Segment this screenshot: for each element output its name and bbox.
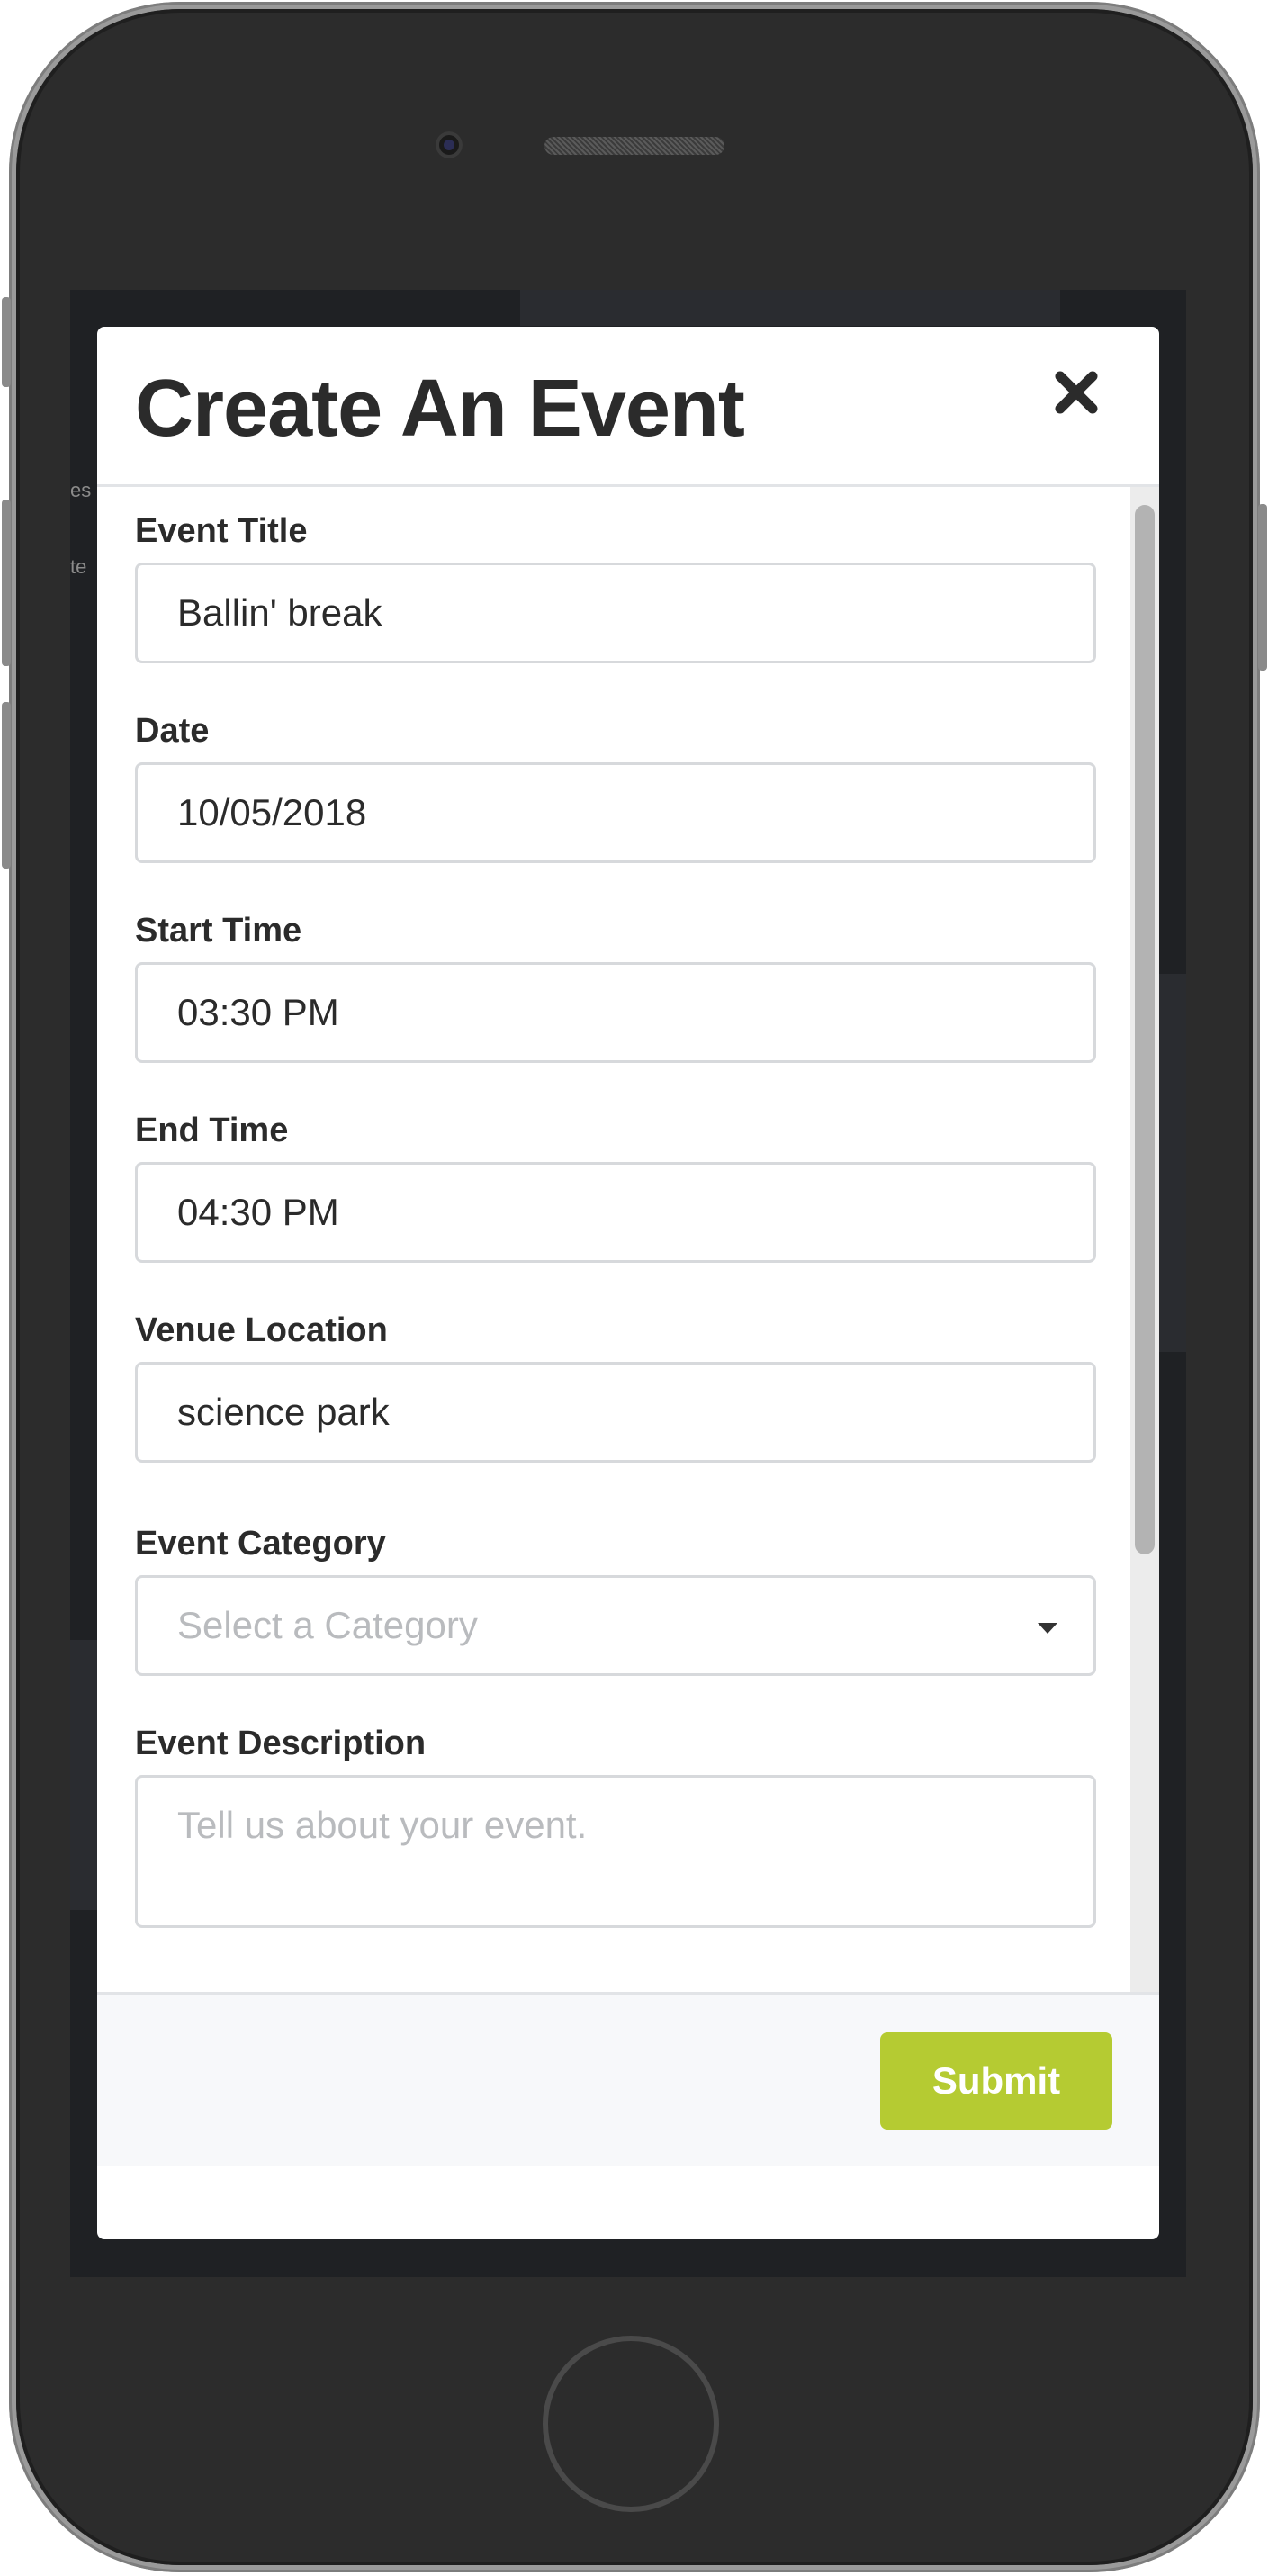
phone-volume-up (2, 500, 11, 666)
event-title-label: Event Title (135, 512, 308, 550)
background-tile (1159, 974, 1186, 1352)
event-category-placeholder: Select a Category (177, 1604, 478, 1646)
modal-body[interactable]: Event Title Ballin' break Date 10/05/201… (97, 487, 1159, 1992)
camera-icon (436, 131, 463, 158)
event-description-textarea[interactable]: Tell us about your event. (135, 1775, 1096, 1928)
event-description-label: Event Description (135, 1725, 427, 1762)
phone-volume-down (2, 702, 11, 869)
close-icon (1055, 371, 1098, 414)
create-event-modal: Create An Event Event Title Ballin' brea… (97, 327, 1159, 2239)
event-title-input[interactable]: Ballin' break (135, 563, 1096, 663)
event-category-select[interactable]: Select a Category (135, 1575, 1096, 1676)
chevron-down-icon (1038, 1623, 1058, 1634)
venue-location-input[interactable]: science park (135, 1362, 1096, 1463)
end-time-label: End Time (135, 1112, 289, 1149)
venue-location-label: Venue Location (135, 1311, 388, 1349)
modal-title: Create An Event (135, 364, 745, 454)
background-text-fragment: te (70, 555, 87, 578)
start-time-input[interactable]: 03:30 PM (135, 962, 1096, 1063)
date-label: Date (135, 712, 210, 750)
background-tile (70, 1640, 97, 1910)
modal-footer: Submit (97, 1992, 1159, 2166)
phone-power-button (1258, 504, 1267, 671)
date-input[interactable]: 10/05/2018 (135, 762, 1096, 863)
background-tile (520, 290, 1060, 326)
speaker-grille (544, 137, 724, 155)
background-text-fragment: es (70, 479, 92, 501)
start-time-label: Start Time (135, 912, 302, 950)
phone-silent-switch (2, 297, 11, 387)
event-category-label: Event Category (135, 1525, 386, 1563)
submit-button[interactable]: Submit (880, 2032, 1112, 2130)
end-time-input[interactable]: 04:30 PM (135, 1162, 1096, 1263)
modal-header: Create An Event (97, 327, 1159, 487)
close-button[interactable] (1051, 367, 1102, 418)
home-button[interactable] (543, 2336, 719, 2512)
scrollbar-thumb[interactable] (1135, 505, 1155, 1554)
